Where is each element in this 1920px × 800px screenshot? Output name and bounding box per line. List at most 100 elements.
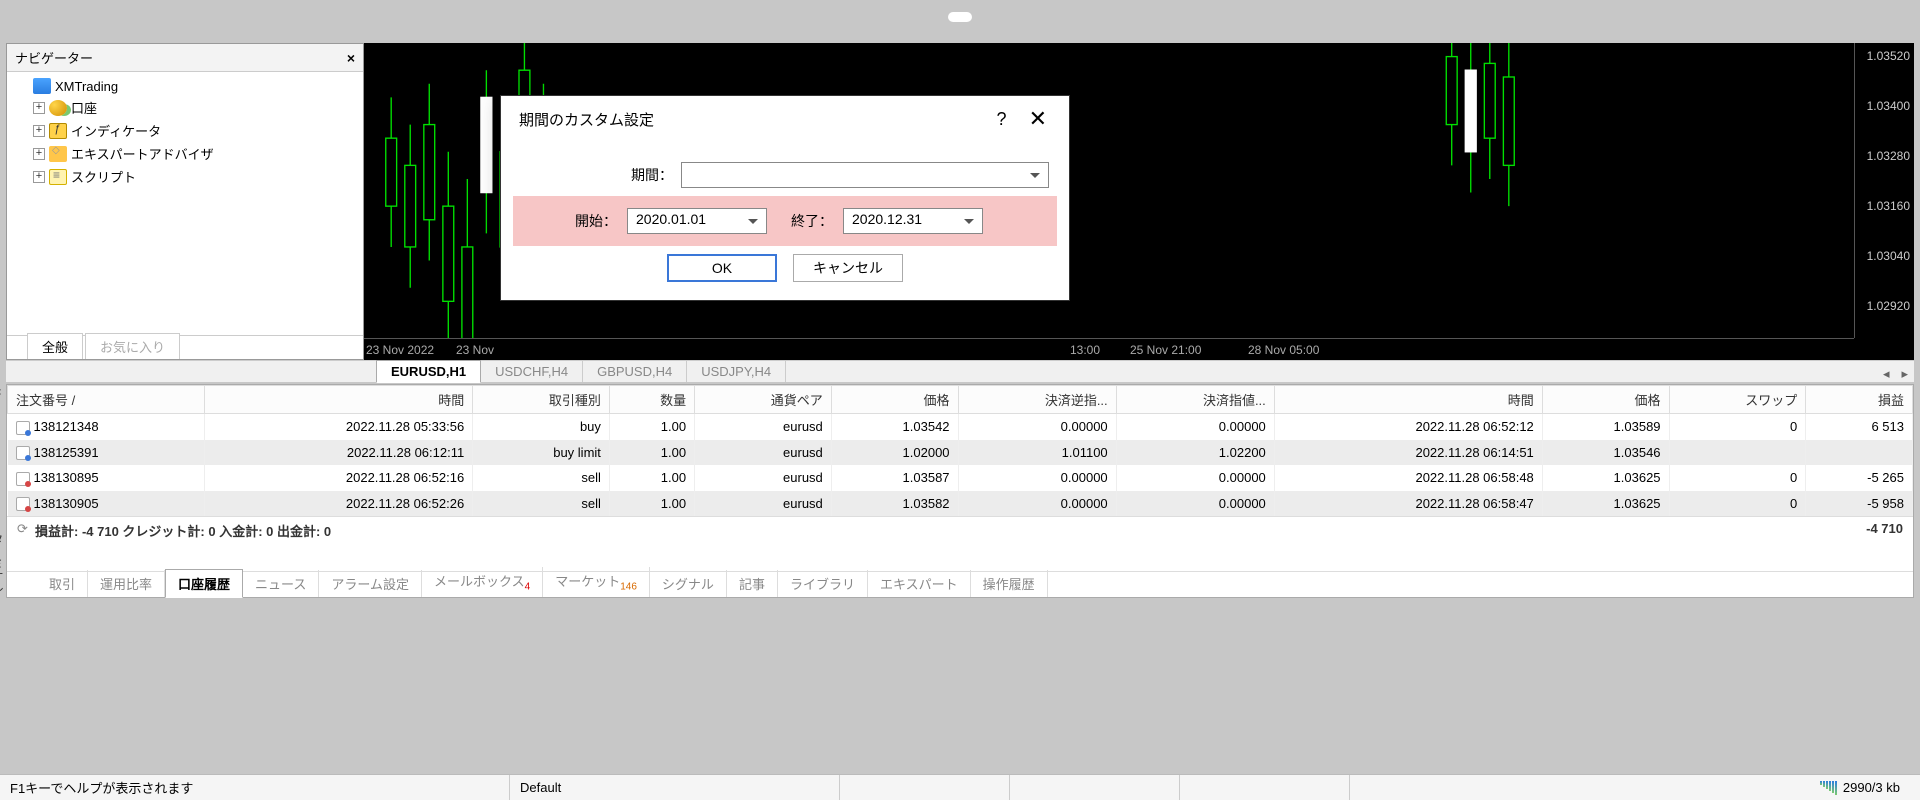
table-cell: 138130895 [8, 465, 205, 491]
table-row[interactable]: 1381213482022.11.28 05:33:56buy1.00eurus… [8, 414, 1913, 440]
close-icon[interactable]: ✕ [1025, 106, 1051, 132]
terminal-tab[interactable]: アラーム設定 [319, 570, 422, 597]
y-tick: 1.02920 [1867, 299, 1910, 313]
table-row[interactable]: 1381309052022.11.28 06:52:26sell1.00euru… [8, 491, 1913, 517]
status-empty [1180, 775, 1350, 800]
table-cell: 0.00000 [1116, 491, 1274, 517]
x-tick: 23 Nov [456, 343, 494, 357]
terminal-tab[interactable]: エキスパート [868, 570, 971, 597]
start-date-combo[interactable]: 2020.01.01 [627, 208, 767, 234]
table-cell: 1.03582 [831, 491, 958, 517]
terminal-tab[interactable]: 操作履歴 [971, 570, 1048, 597]
nav-root-label: XMTrading [55, 79, 118, 94]
expert-icon [49, 146, 67, 162]
chart-tab-eurusd[interactable]: EURUSD,H1 [376, 360, 481, 383]
nav-tab-favorites[interactable]: お気に入り [85, 333, 180, 359]
terminal-tab[interactable]: ライブラリ [778, 570, 868, 597]
terminal-tab[interactable]: マーケット146 [543, 567, 650, 597]
expand-icon[interactable]: + [33, 102, 45, 114]
end-date-value: 2020.12.31 [852, 211, 922, 227]
expand-icon[interactable]: + [33, 148, 45, 160]
close-icon[interactable]: × [347, 50, 355, 66]
period-combo[interactable] [681, 162, 1049, 188]
terminal-tab[interactable]: ニュース [243, 570, 319, 597]
column-header[interactable]: 通貨ペア [695, 386, 832, 414]
terminal-tab[interactable]: 運用比率 [88, 570, 165, 597]
help-icon[interactable]: ? [979, 109, 1025, 130]
accounts-icon [49, 100, 67, 116]
column-header[interactable]: スワップ [1669, 386, 1806, 414]
column-header[interactable]: 数量 [609, 386, 694, 414]
dialog-title: 期間のカスタム設定 [519, 109, 979, 130]
nav-root[interactable]: XMTrading [11, 76, 359, 96]
column-header[interactable]: 価格 [831, 386, 958, 414]
terminal-tab[interactable]: メールボックス4 [422, 567, 543, 597]
nav-item-scripts[interactable]: + スクリプト [11, 165, 359, 188]
y-tick: 1.03160 [1867, 199, 1910, 213]
summary-row: ⟳ 損益計: -4 710 クレジット計: 0 入金計: 0 出金計: 0 -4… [7, 516, 1913, 544]
date-range-highlight: 開始： 2020.01.01 終了： 2020.12.31 [513, 196, 1057, 246]
terminal-tab[interactable]: 取引 [37, 570, 88, 597]
tab-scroll-left-icon[interactable]: ◂ [1877, 366, 1896, 382]
chart-y-axis: 1.03520 1.03400 1.03280 1.03160 1.03040 … [1854, 43, 1914, 338]
nav-tab-general[interactable]: 全般 [27, 333, 83, 359]
terminal-close-icon[interactable]: × [0, 385, 5, 399]
cancel-button[interactable]: キャンセル [793, 254, 903, 282]
table-cell: 0 [1669, 414, 1806, 440]
table-cell: 1.03589 [1542, 414, 1669, 440]
table-cell: 1.00 [609, 465, 694, 491]
nav-item-accounts[interactable]: + 口座 [11, 96, 359, 119]
connection-text: 2990/3 kb [1843, 780, 1900, 795]
end-date-combo[interactable]: 2020.12.31 [843, 208, 983, 234]
signal-icon [1820, 781, 1837, 795]
table-cell: sell [473, 491, 610, 517]
terminal-label: ターミナル [0, 533, 6, 593]
navigator-tabs: 全般 お気に入り [7, 335, 363, 359]
table-cell: 1.03625 [1542, 491, 1669, 517]
script-icon [49, 169, 67, 185]
titlebar [0, 0, 1920, 43]
table-row[interactable]: 1381308952022.11.28 06:52:16sell1.00euru… [8, 465, 1913, 491]
nav-item-indicators[interactable]: + インディケータ [11, 119, 359, 142]
terminal-tab[interactable]: 口座履歴 [165, 569, 243, 598]
column-header[interactable]: 取引種別 [473, 386, 610, 414]
status-connection[interactable]: 2990/3 kb [1810, 775, 1910, 800]
chart-tab-gbpusd[interactable]: GBPUSD,H4 [583, 361, 687, 382]
history-table[interactable]: 注文番号 /時間取引種別数量通貨ペア価格決済逆指...決済指値...時間価格スワ… [7, 385, 1913, 516]
terminal-tab[interactable]: シグナル [650, 570, 727, 597]
table-row[interactable]: 1381253912022.11.28 06:12:11buy limit1.0… [8, 440, 1913, 466]
dialog-titlebar[interactable]: 期間のカスタム設定 ? ✕ [501, 96, 1069, 142]
column-header[interactable]: 決済指値... [1116, 386, 1274, 414]
expand-icon[interactable]: + [33, 171, 45, 183]
summary-text: 損益計: -4 710 クレジット計: 0 入金計: 0 出金計: 0 [35, 521, 331, 540]
table-cell: 2022.11.28 06:52:12 [1274, 414, 1542, 440]
order-icon [16, 446, 30, 460]
column-header[interactable]: 時間 [1274, 386, 1542, 414]
statusbar: F1キーでヘルプが表示されます Default 2990/3 kb [0, 774, 1920, 800]
window-notch [948, 12, 972, 22]
expand-icon[interactable]: + [33, 125, 45, 137]
terminal-tabs: 取引運用比率口座履歴ニュースアラーム設定メールボックス4マーケット146シグナル… [7, 571, 1913, 597]
column-header[interactable]: 決済逆指... [958, 386, 1116, 414]
navigator-tree[interactable]: XMTrading + 口座 + インディケータ + エキスパートアドバイザ +… [7, 72, 363, 335]
chart-tab-usdchf[interactable]: USDCHF,H4 [481, 361, 583, 382]
chart-tab-usdjpy[interactable]: USDJPY,H4 [687, 361, 786, 382]
status-profile[interactable]: Default [510, 775, 840, 800]
y-tick: 1.03400 [1867, 99, 1910, 113]
table-cell: 2022.11.28 05:33:56 [205, 414, 473, 440]
nav-item-experts[interactable]: + エキスパートアドバイザ [11, 142, 359, 165]
table-cell: 1.00 [609, 414, 694, 440]
table-cell: 1.03542 [831, 414, 958, 440]
tab-scroll-right-icon[interactable]: ▸ [1895, 366, 1914, 382]
column-header[interactable]: 注文番号 / [8, 386, 205, 414]
table-cell: 1.00 [609, 440, 694, 466]
table-cell [1806, 440, 1913, 466]
terminal-tab[interactable]: 記事 [727, 570, 778, 597]
table-cell: 2022.11.28 06:52:26 [205, 491, 473, 517]
ok-button[interactable]: OK [667, 254, 777, 282]
column-header[interactable]: 時間 [205, 386, 473, 414]
table-cell: 138130905 [8, 491, 205, 517]
table-cell: 2022.11.28 06:52:16 [205, 465, 473, 491]
column-header[interactable]: 価格 [1542, 386, 1669, 414]
column-header[interactable]: 損益 [1806, 386, 1913, 414]
